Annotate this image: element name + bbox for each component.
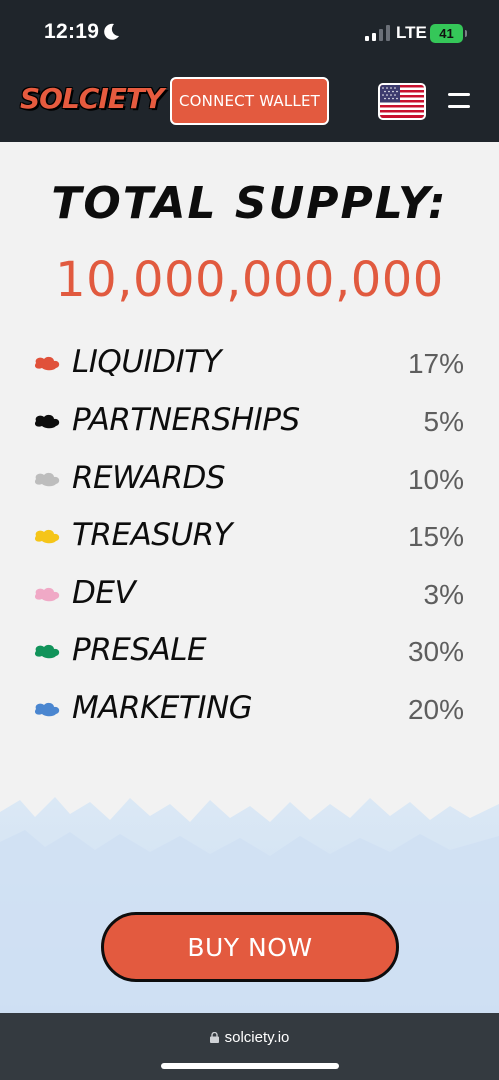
- treasury-color-swatch: [34, 529, 60, 544]
- allocation-label: REWARDS: [72, 460, 226, 496]
- presale-color-swatch: [34, 644, 60, 659]
- allocation-row-marketing: MARKETING 20%: [32, 688, 468, 728]
- us-flag-icon[interactable]: [378, 83, 426, 120]
- dev-color-swatch: [34, 587, 60, 602]
- allocation-percent: 5%: [423, 406, 464, 437]
- battery-level: 41: [439, 26, 454, 41]
- solciety-logo[interactable]: SOLCIETY: [20, 82, 164, 115]
- allocation-row-treasury: TREASURY 15%: [32, 515, 468, 555]
- total-supply-title: TOTAL SUPPLY:: [51, 178, 448, 229]
- allocation-label: MARKETING: [72, 690, 253, 726]
- allocation-percent: 3%: [423, 579, 464, 610]
- tokenomics-section: TOTAL SUPPLY: 10,000,000,000 LIQUIDITY 1…: [0, 142, 499, 1013]
- hamburger-menu-icon[interactable]: [448, 93, 470, 111]
- allocation-label: PRESALE: [72, 632, 207, 668]
- allocation-percent: 20%: [407, 694, 464, 725]
- allocation-label: PARTNERSHIPS: [72, 402, 300, 438]
- connect-wallet-button[interactable]: CONNECT WALLET: [170, 77, 329, 125]
- battery-icon: 41: [430, 24, 467, 43]
- buy-now-button[interactable]: BUY NOW: [101, 912, 399, 982]
- allocation-label: TREASURY: [72, 517, 233, 553]
- signal-icon: [365, 25, 390, 41]
- allocation-percent: 10%: [407, 464, 464, 495]
- total-supply-value: 10,000,000,000: [55, 252, 444, 308]
- status-time: 12:19: [44, 20, 100, 43]
- moon-icon: [104, 23, 119, 40]
- allocation-row-partnerships: PARTNERSHIPS 5%: [32, 400, 468, 440]
- allocation-percent: 15%: [407, 521, 464, 552]
- allocation-label: DEV: [72, 575, 136, 611]
- url-text: solciety.io: [224, 1029, 290, 1046]
- top-bar: 12:19 LTE 41 SOLCIETY CONNECT WALLET: [0, 0, 499, 142]
- allocation-row-rewards: REWARDS 10%: [32, 458, 468, 498]
- network-label: LTE: [396, 23, 427, 42]
- allocation-row-dev: DEV 3%: [32, 573, 468, 613]
- browser-bottom-bar: solciety.io: [0, 1013, 499, 1080]
- allocation-percent: 30%: [407, 636, 464, 667]
- liquidity-color-swatch: [34, 356, 60, 371]
- partnerships-color-swatch: [34, 414, 60, 429]
- allocation-row-presale: PRESALE 30%: [32, 630, 468, 670]
- marketing-color-swatch: [34, 702, 60, 717]
- allocation-label: LIQUIDITY: [72, 344, 222, 380]
- rewards-color-swatch: [34, 472, 60, 487]
- allocation-percent: 17%: [407, 348, 464, 379]
- allocation-row-liquidity: LIQUIDITY 17%: [32, 342, 468, 382]
- url-bar[interactable]: solciety.io: [0, 1029, 499, 1046]
- lock-icon: [209, 1032, 219, 1043]
- home-indicator[interactable]: [161, 1063, 339, 1069]
